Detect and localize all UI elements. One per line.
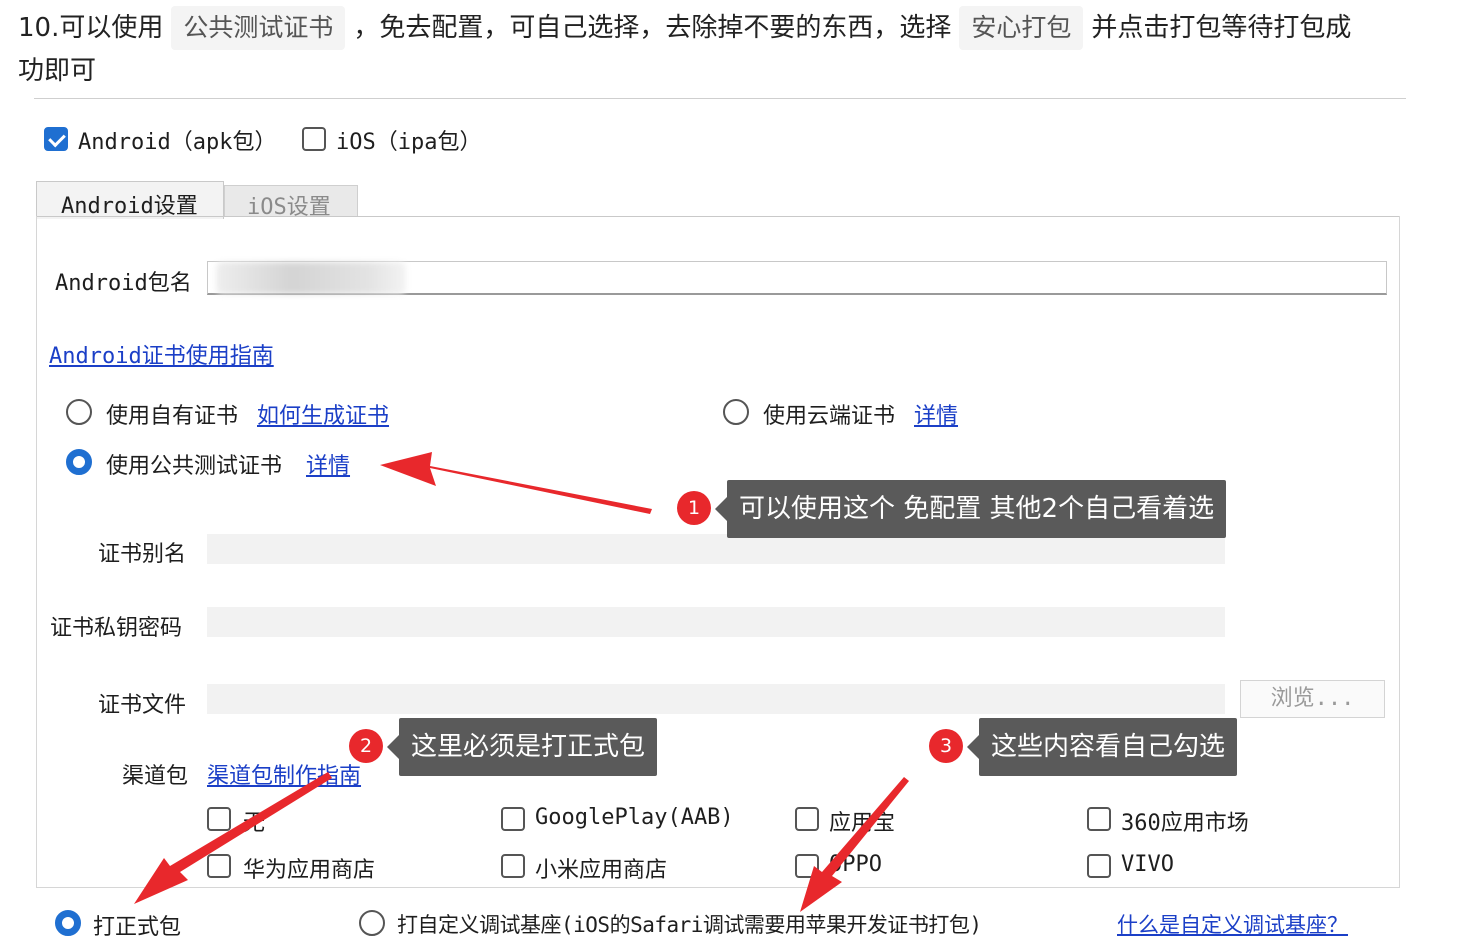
radio-unselected-icon[interactable] [66, 399, 92, 425]
annotation-callout-2: 这里必须是打正式包 [386, 718, 658, 776]
inline-code-safe-pack: 安心打包 [959, 6, 1084, 50]
channel-label-text: 无 [243, 811, 266, 836]
radio-selected-icon[interactable] [66, 449, 92, 475]
annotation-badge-2: 2 [349, 729, 383, 763]
own-cert-label: 使用自有证书 [106, 404, 239, 429]
key-password-input[interactable] [207, 607, 1225, 637]
checkbox-unchecked-icon[interactable] [1087, 807, 1111, 831]
channel-label-text: GooglePlay(AAB) [535, 805, 734, 830]
public-cert-details-link[interactable]: 详情 [306, 448, 350, 480]
channel-label-text: 应用宝 [829, 811, 896, 836]
checkbox-unchecked-icon[interactable] [207, 807, 231, 831]
cert-alias-label: 证书别名 [98, 542, 187, 567]
annotation-badge-1: 1 [677, 491, 711, 525]
cloud-cert-details-link[interactable]: 详情 [914, 398, 958, 430]
ios-platform-label: iOS（ipa包） [336, 130, 482, 155]
channel-label-text: 360应用市场 [1121, 811, 1249, 836]
tab-android-settings[interactable]: Android设置 [36, 181, 224, 219]
radio-unselected-icon[interactable] [359, 910, 385, 936]
article-text-line2: 功即可 [18, 56, 97, 86]
article-text-2: ，免去配置，可自己选择，去除掉不要的东西，选择 [353, 13, 952, 43]
cert-alias-input[interactable] [207, 534, 1225, 564]
inline-code-public-cert: 公共测试证书 [171, 6, 346, 50]
checkbox-checked-icon[interactable] [44, 127, 68, 151]
annotation-callout-1: 可以使用这个 免配置 其他2个自己看着选 [714, 480, 1227, 538]
checkbox-unchecked-icon[interactable] [1087, 854, 1111, 878]
android-platform-label: Android（apk包） [78, 130, 277, 155]
article-text-3: 并点击打包等待打包成 [1091, 13, 1352, 43]
cloud-cert-label: 使用云端证书 [763, 404, 896, 429]
tab-ios-settings[interactable]: iOS设置 [224, 185, 358, 220]
channel-label-text: VIVO [1121, 852, 1174, 877]
custom-base-label: 打自定义调试基座(iOS的Safari调试需要用苹果开发证书打包) [397, 913, 982, 937]
checkbox-unchecked-icon[interactable] [795, 854, 819, 878]
how-to-generate-cert-link[interactable]: 如何生成证书 [257, 398, 389, 430]
cert-guide-link[interactable]: Android证书使用指南 [49, 338, 274, 370]
checkbox-unchecked-icon[interactable] [501, 807, 525, 831]
checkbox-unchecked-icon[interactable] [302, 127, 326, 151]
cert-file-input[interactable] [207, 684, 1225, 714]
package-name-label: Android包名 [55, 271, 192, 296]
channel-label-text: 华为应用商店 [243, 858, 376, 883]
channel-label-text: OPPO [829, 852, 882, 877]
channel-label-text: 小米应用商店 [535, 858, 668, 883]
checkbox-unchecked-icon[interactable] [795, 807, 819, 831]
custom-base-help-link[interactable]: 什么是自定义调试基座？ [1117, 909, 1348, 939]
cert-file-label: 证书文件 [98, 693, 187, 718]
article-paragraph: 10.可以使用 公共测试证书 ，免去配置，可自己选择，去除掉不要的东西，选择 安心打包… [18, 6, 1463, 86]
channel-guide-link[interactable]: 渠道包制作指南 [207, 758, 361, 790]
checkbox-unchecked-icon[interactable] [501, 854, 525, 878]
checkbox-unchecked-icon[interactable] [207, 854, 231, 878]
package-name-redacted [216, 262, 406, 294]
radio-selected-icon[interactable] [55, 910, 81, 936]
release-build-label: 打正式包 [93, 915, 182, 940]
annotation-badge-3: 3 [929, 729, 963, 763]
key-password-label: 证书私钥密码 [50, 616, 183, 641]
divider [34, 98, 1406, 99]
radio-unselected-icon[interactable] [723, 399, 749, 425]
browse-button[interactable]: 浏览... [1240, 680, 1385, 718]
article-text-1: 10.可以使用 [18, 13, 164, 43]
channel-label: 渠道包 [122, 764, 189, 789]
annotation-callout-3: 这些内容看自己勾选 [966, 718, 1238, 776]
public-cert-label: 使用公共测试证书 [106, 454, 283, 479]
